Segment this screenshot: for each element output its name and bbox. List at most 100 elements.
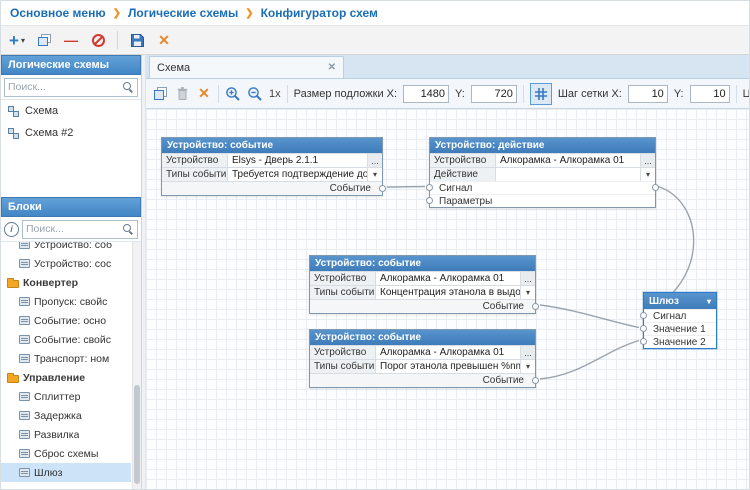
zoom-in-button[interactable]	[225, 84, 241, 104]
main-area: Схема ✕ ✕	[146, 55, 749, 489]
input-port[interactable]	[426, 184, 433, 191]
bg-y-label: Y:	[455, 88, 465, 100]
tree-item-delay[interactable]: Задержка	[1, 406, 131, 425]
row-label: Устройство	[310, 346, 376, 359]
scheme-item[interactable]: Схема #2	[1, 122, 141, 144]
bg-height-input[interactable]	[471, 85, 517, 103]
rename-button[interactable]	[36, 30, 52, 50]
device-picker-button[interactable]: ...	[520, 272, 535, 285]
output-port[interactable]	[379, 185, 386, 192]
dropdown-button[interactable]: ▾	[640, 168, 655, 181]
schemes-search-input[interactable]	[8, 81, 123, 93]
input-port[interactable]	[426, 197, 433, 204]
tree-item-transport[interactable]: Транспорт: ном	[1, 349, 131, 368]
breadcrumb-logic-schemes[interactable]: Логические схемы	[128, 6, 238, 20]
tree-folder-converter[interactable]: Конвертер	[1, 273, 131, 292]
breadcrumb-separator: ❯	[113, 8, 121, 19]
tree-item-gateway[interactable]: Шлюз	[1, 463, 131, 482]
output-port[interactable]	[532, 303, 539, 310]
tree-folder-control[interactable]: Управление	[1, 368, 131, 387]
tree-item-device-event[interactable]: Устройство: соб	[1, 242, 131, 254]
output-label: Событие	[483, 301, 524, 312]
trash-icon	[176, 86, 189, 101]
bg-width-input[interactable]	[403, 85, 449, 103]
toolbar-separator	[218, 85, 219, 103]
input-label: Параметры	[439, 196, 492, 207]
output-port[interactable]	[532, 377, 539, 384]
breadcrumb-scheme-configurator[interactable]: Конфигуратор схем	[261, 6, 378, 20]
tree-item-splitter[interactable]: Сплиттер	[1, 387, 131, 406]
input-label: Значение 1	[653, 324, 706, 335]
tree-item-pass[interactable]: Пропуск: свойс	[1, 292, 131, 311]
node-title[interactable]: Устройство: событие	[162, 138, 382, 153]
tree-item-label: Событие: свойс	[34, 334, 111, 346]
scheme-icon	[8, 128, 20, 139]
output-port[interactable]	[652, 184, 659, 191]
cancel-button[interactable]	[90, 30, 106, 50]
wire-event3-to-gateway	[540, 341, 639, 380]
save-button[interactable]	[129, 30, 145, 50]
delete-button[interactable]	[174, 84, 190, 104]
node-title[interactable]: Шлюз ▾	[644, 293, 716, 309]
blocks-search-input[interactable]	[26, 223, 123, 235]
close-icon: ✕	[198, 85, 210, 102]
device-value: Elsys - Дверь 2.1.1	[228, 154, 367, 167]
copy-icon	[153, 86, 168, 101]
scheme-item[interactable]: Схема	[1, 100, 141, 122]
block-icon	[19, 392, 30, 401]
grid-toggle-button[interactable]	[530, 83, 552, 105]
tree-item-device-state[interactable]: Устройство: сос	[1, 254, 131, 273]
node-title[interactable]: Устройство: событие	[310, 330, 535, 345]
dropdown-button[interactable]: ▾	[520, 360, 535, 373]
grid-step-x-input[interactable]	[628, 85, 668, 103]
clear-button[interactable]: ✕	[196, 84, 212, 104]
minus-icon: —	[64, 32, 78, 48]
folder-icon	[7, 375, 19, 383]
tab-close-icon[interactable]: ✕	[328, 62, 336, 73]
tree-item-event-basic[interactable]: Событие: осно	[1, 311, 131, 330]
input-port[interactable]	[640, 312, 647, 319]
close-button[interactable]: ✕	[156, 30, 172, 50]
tree-item-scheme-reset[interactable]: Сброс схемы	[1, 444, 131, 463]
device-picker-button[interactable]: ...	[520, 346, 535, 359]
tab-scheme[interactable]: Схема ✕	[149, 56, 344, 78]
remove-button[interactable]: —	[63, 30, 79, 50]
node-row-event-types: Типы событий Требуется подтверждение дос…	[162, 167, 382, 181]
dropdown-button[interactable]: ▾	[367, 168, 382, 181]
device-picker-button[interactable]: ...	[640, 154, 655, 167]
blocks-scrollbar[interactable]	[132, 242, 141, 489]
tree-item-label: Устройство: соб	[34, 242, 112, 251]
node-title[interactable]: Устройство: событие	[310, 256, 535, 271]
grid-step-label: Шаг сетки X:	[558, 88, 622, 100]
tab-label: Схема	[157, 62, 190, 74]
block-icon	[19, 411, 30, 420]
breadcrumb-main-menu[interactable]: Основное меню	[10, 6, 106, 20]
node-device-event-1[interactable]: Устройство: событие Устройство Elsys - Д…	[161, 137, 383, 196]
toolbar-separator	[523, 85, 524, 103]
scheme-canvas[interactable]: Устройство: событие Устройство Elsys - Д…	[146, 109, 749, 489]
zoom-out-button[interactable]	[247, 84, 263, 104]
node-gateway[interactable]: Шлюз ▾ Сигнал Значение 1 Значение 2	[643, 292, 717, 349]
copy-scheme-button[interactable]	[152, 84, 168, 104]
dropdown-button[interactable]: ▾	[520, 286, 535, 299]
canvas-toolbar: ✕ 1x Размер подложки X: Y:	[146, 79, 749, 109]
node-device-event-2[interactable]: Устройство: событие Устройство Алкорамка…	[309, 255, 536, 314]
node-row-device: Устройство Elsys - Дверь 2.1.1 ...	[162, 153, 382, 167]
scrollbar-thumb[interactable]	[134, 385, 140, 484]
blocks-search-row: i	[1, 217, 141, 242]
tree-item-label: Шлюз	[34, 467, 62, 479]
device-picker-button[interactable]: ...	[367, 154, 382, 167]
node-device-action[interactable]: Устройство: действие Устройство Алкорамк…	[429, 137, 656, 208]
grid-step-y-input[interactable]	[690, 85, 730, 103]
input-port[interactable]	[640, 338, 647, 345]
chevron-down-icon: ▾	[707, 297, 711, 306]
node-title[interactable]: Устройство: действие	[430, 138, 655, 153]
input-port[interactable]	[640, 325, 647, 332]
info-icon[interactable]: i	[4, 222, 19, 237]
tree-item-fork[interactable]: Развилка	[1, 425, 131, 444]
tree-item-event-property[interactable]: Событие: свойс	[1, 330, 131, 349]
add-button[interactable]: + ▾	[9, 30, 25, 50]
input-row-value1: Значение 1	[644, 322, 716, 335]
node-output-row: Событие	[310, 373, 535, 387]
node-device-event-3[interactable]: Устройство: событие Устройство Алкорамка…	[309, 329, 536, 388]
